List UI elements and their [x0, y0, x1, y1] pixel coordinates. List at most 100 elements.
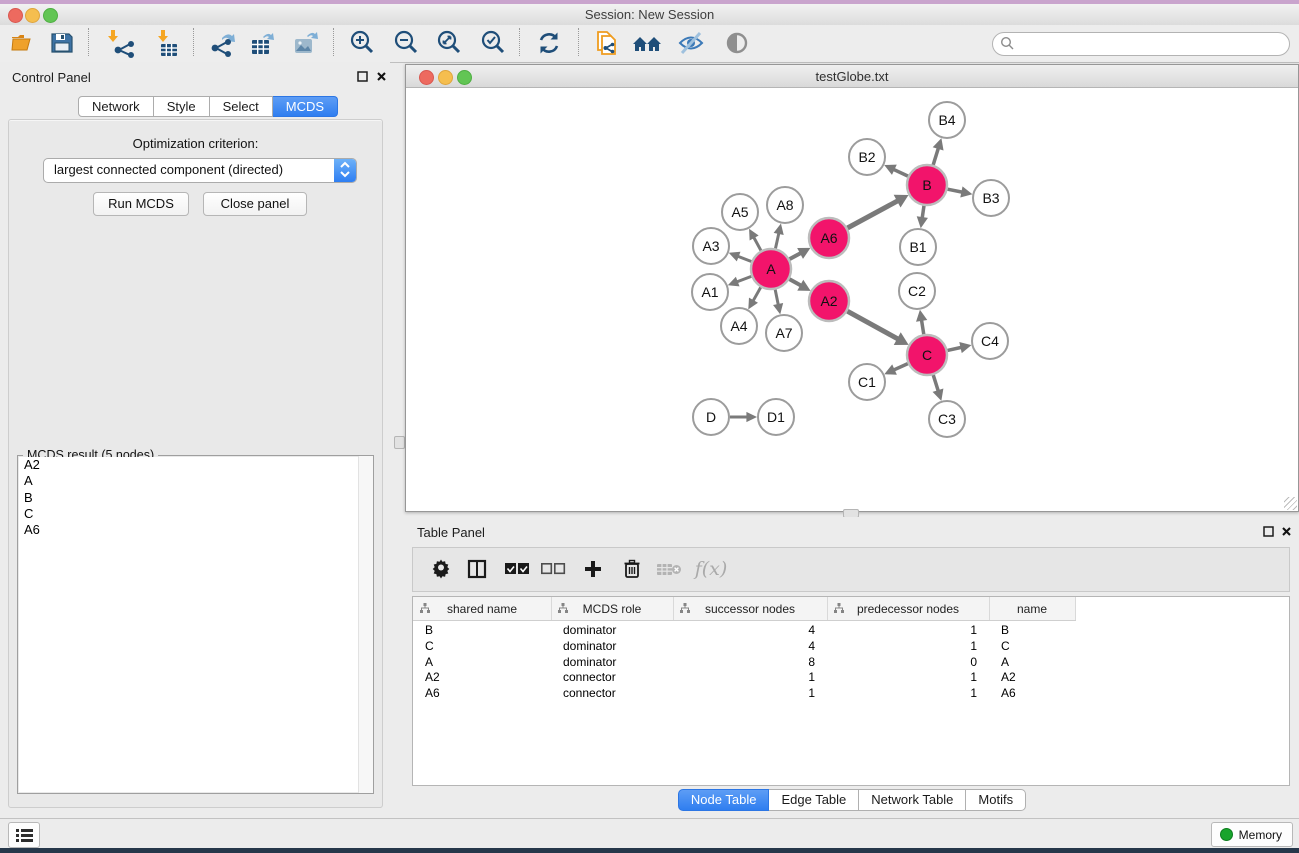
table-cell[interactable]: 4	[673, 623, 815, 639]
float-table-panel-icon[interactable]	[1263, 526, 1274, 537]
graph-edge-A-A4[interactable]	[753, 287, 761, 302]
graph-node-A7[interactable]: A7	[766, 315, 802, 351]
graph-edge-A-A5[interactable]	[753, 236, 761, 250]
graph-node-B1[interactable]: B1	[900, 229, 936, 265]
import-network-icon[interactable]	[103, 27, 139, 59]
export-image-icon[interactable]	[288, 27, 324, 59]
tab-node-table[interactable]: Node Table	[678, 789, 770, 811]
table-cell[interactable]: connector	[563, 686, 673, 702]
table-cell[interactable]: 8	[673, 655, 815, 671]
select-all-icon[interactable]	[501, 554, 533, 584]
graph-node-C4[interactable]: C4	[972, 323, 1008, 359]
import-table-icon[interactable]	[149, 27, 185, 59]
tab-style[interactable]: Style	[154, 96, 210, 117]
graph-node-A1[interactable]: A1	[692, 274, 728, 310]
graph-node-D1[interactable]: D1	[758, 399, 794, 435]
settings-gear-icon[interactable]	[425, 554, 457, 584]
graph-edge-A-A8[interactable]	[775, 232, 779, 249]
table-cell[interactable]: A6	[1001, 686, 1081, 702]
mcds-result-item[interactable]: B	[19, 490, 372, 506]
memory-button[interactable]: Memory	[1211, 822, 1293, 847]
graph-edge-A-A7[interactable]	[775, 290, 778, 306]
zoom-fit-icon[interactable]	[431, 27, 467, 59]
export-network-icon[interactable]	[205, 27, 241, 59]
mcds-list-scrollbar[interactable]	[358, 456, 373, 793]
float-panel-icon[interactable]	[357, 71, 368, 82]
refresh-view-icon[interactable]	[531, 27, 567, 59]
table-cell[interactable]: C	[1001, 639, 1081, 655]
task-history-button[interactable]	[8, 822, 40, 848]
graph-node-A8[interactable]: A8	[767, 187, 803, 223]
mcds-result-item[interactable]: A	[19, 473, 372, 489]
graph-edge-B-B1[interactable]	[922, 206, 924, 219]
mcds-result-item[interactable]: A2	[19, 457, 372, 473]
graph-node-A4[interactable]: A4	[721, 308, 757, 344]
table-cell[interactable]: 1	[827, 686, 977, 702]
graph-edge-C-C3[interactable]	[933, 375, 938, 392]
tab-select[interactable]: Select	[210, 96, 273, 117]
tab-network-table[interactable]: Network Table	[859, 789, 966, 811]
mcds-result-item[interactable]: C	[19, 506, 372, 522]
zoom-out-icon[interactable]	[388, 27, 424, 59]
table-cell[interactable]: dominator	[563, 655, 673, 671]
hide-selected-icon[interactable]	[673, 27, 709, 59]
add-column-icon[interactable]	[577, 554, 609, 584]
table-cell[interactable]: 1	[673, 670, 815, 686]
graph-edge-A-A6[interactable]	[790, 253, 802, 260]
criterion-dropdown[interactable]: largest connected component (directed)	[43, 158, 357, 183]
close-panel-icon[interactable]	[376, 71, 387, 82]
graph-edge-B-B2[interactable]	[893, 169, 908, 176]
graph-node-A6[interactable]: A6	[809, 218, 849, 258]
table-cell[interactable]: connector	[563, 670, 673, 686]
column-header-predecessor-nodes[interactable]: predecessor nodes	[827, 597, 990, 620]
run-mcds-button[interactable]: Run MCDS	[93, 192, 189, 216]
close-table-panel-icon[interactable]	[1281, 526, 1292, 537]
open-session-icon[interactable]	[5, 27, 41, 59]
table-cell[interactable]: 1	[827, 639, 977, 655]
table-row[interactable]: Bdominator41 B	[413, 623, 1289, 639]
graph-node-A5[interactable]: A5	[722, 194, 758, 230]
graph-edge-A-A2[interactable]	[789, 279, 802, 286]
graph-node-B2[interactable]: B2	[849, 139, 885, 175]
close-panel-button[interactable]: Close panel	[203, 192, 307, 216]
graph-node-B[interactable]: B	[907, 165, 947, 205]
tab-edge-table[interactable]: Edge Table	[769, 789, 859, 811]
graph-edge-C-C2[interactable]	[921, 319, 923, 334]
table-cell[interactable]: dominator	[563, 623, 673, 639]
table-cell[interactable]: B	[425, 623, 545, 639]
table-cell[interactable]: A2	[1001, 670, 1081, 686]
column-header-name[interactable]: name	[989, 597, 1076, 620]
graph-node-B4[interactable]: B4	[929, 102, 965, 138]
graph-node-C1[interactable]: C1	[849, 364, 885, 400]
deselect-all-icon[interactable]	[537, 554, 569, 584]
graph-node-A[interactable]: A	[751, 249, 791, 289]
zoom-selected-icon[interactable]	[475, 27, 511, 59]
table-row[interactable]: Cdominator41C	[413, 639, 1289, 655]
graph-node-D[interactable]: D	[693, 399, 729, 435]
graph-node-A3[interactable]: A3	[693, 228, 729, 264]
tab-network[interactable]: Network	[78, 96, 154, 117]
table-cell[interactable]: 1	[827, 670, 977, 686]
table-cell[interactable]: 0	[827, 655, 977, 671]
table-row[interactable]: Adominator80A	[413, 655, 1289, 671]
graph-edge-A-A3[interactable]	[737, 256, 752, 262]
table-cell[interactable]: B	[1001, 623, 1081, 639]
save-session-icon[interactable]	[44, 27, 80, 59]
graph-edge-A-A1[interactable]	[736, 276, 752, 282]
column-header-shared-name[interactable]: shared name	[413, 597, 552, 620]
show-column-icon[interactable]	[461, 554, 493, 584]
vertical-split-handle[interactable]	[394, 436, 405, 449]
search-input[interactable]	[1019, 34, 1283, 54]
graph-node-C2[interactable]: C2	[899, 273, 935, 309]
graphics-details-icon[interactable]	[719, 27, 755, 59]
zoom-in-icon[interactable]	[344, 27, 380, 59]
table-row[interactable]: A6connector11A6	[413, 686, 1289, 702]
table-row[interactable]: A2connector11A2	[413, 670, 1289, 686]
network-canvas[interactable]: B4B2BB3A8A5A6B1A3AA1C2A2A4A7C4CC1DD1C3	[406, 87, 1296, 509]
graph-edge-A6-B[interactable]	[847, 200, 898, 228]
table-cell[interactable]: 4	[673, 639, 815, 655]
table-cell[interactable]: 1	[827, 623, 977, 639]
graph-edge-B-B3[interactable]	[948, 189, 964, 192]
graph-node-C3[interactable]: C3	[929, 401, 965, 437]
table-cell[interactable]: A	[1001, 655, 1081, 671]
